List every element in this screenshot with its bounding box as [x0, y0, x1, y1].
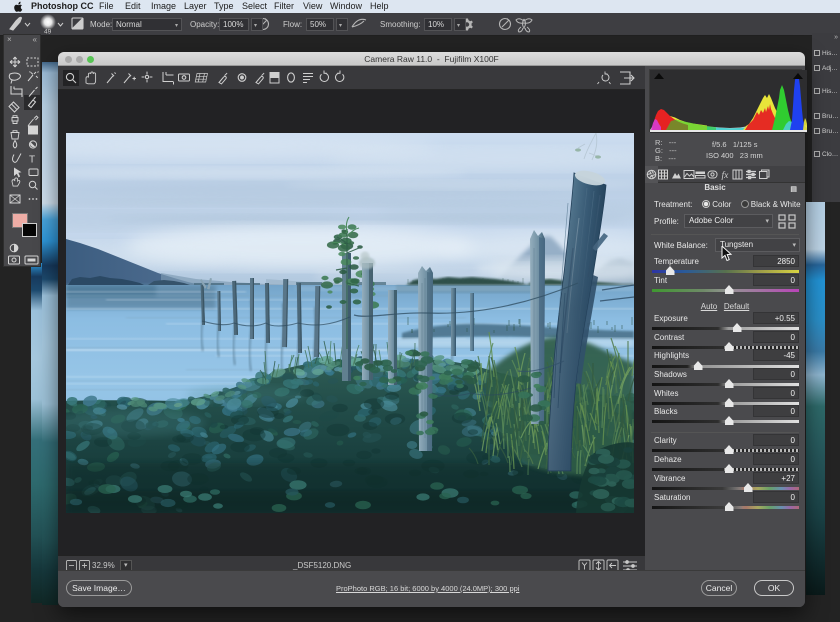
svg-text:fx: fx — [722, 170, 730, 181]
svg-text:Mode:: Mode: — [90, 20, 112, 29]
svg-text:49: 49 — [44, 29, 52, 36]
svg-text:Flow:: Flow: — [283, 20, 302, 29]
svg-text:T: T — [29, 155, 35, 166]
svg-text:Opacity:: Opacity: — [190, 20, 219, 29]
svg-text:Smoothing:: Smoothing: — [380, 20, 420, 29]
